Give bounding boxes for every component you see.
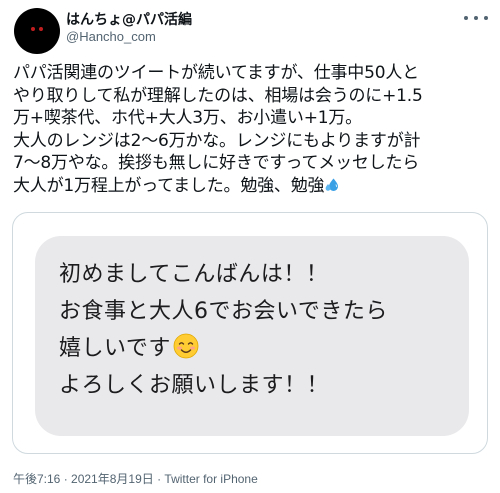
message-line: よろしくお願いします！！ bbox=[59, 373, 330, 398]
message-line: 初めましてこんばんは！！ bbox=[59, 262, 329, 287]
more-options-icon[interactable] bbox=[464, 10, 488, 26]
tweet-text-line: 大人のレンジは2〜6万かな。レンジにもよりますが計 bbox=[13, 130, 421, 151]
message-text: 初めましてこんばんは！！ お食事と大人6でお会いできたら 嬉しいです よろしくお… bbox=[59, 256, 388, 404]
tweet-text-line-last: 大人が1万程上がってました。勉強、勉強 bbox=[13, 175, 495, 198]
avatar[interactable] bbox=[14, 8, 60, 54]
tweet-text-line: やり取りして私が理解したのは、相場は会うのに+1.5 bbox=[13, 85, 423, 106]
tweet-text-line: パパ活関連のツイートが続いてますが、仕事中50人と bbox=[13, 63, 419, 83]
display-name[interactable]: はんちょ@パパ活編 bbox=[66, 9, 192, 29]
message-line-with-emoji: 嬉しいです bbox=[59, 330, 388, 367]
user-handle[interactable]: @Hancho_com bbox=[66, 29, 156, 44]
message-line: 嬉しいです bbox=[59, 336, 171, 361]
message-bubble: 初めましてこんばんは！！ お食事と大人6でお会いできたら 嬉しいです よろしくお… bbox=[35, 236, 469, 436]
smiling-face-icon bbox=[173, 333, 199, 359]
tweet-text: パパ活関連のツイートが続いてますが、仕事中50人と やり取りして私が理解したのは… bbox=[13, 62, 495, 197]
avatar-eye-icon bbox=[39, 27, 43, 31]
tweet-text-line: 万+喫茶代、ホ代+大人3万、お小遣い+1万。 bbox=[13, 108, 362, 128]
tweet-text-line: 7〜8万やな。挨拶も無しに好きですってメッセしたら bbox=[13, 153, 420, 173]
tweet-timestamp[interactable]: 午後7:16 · 2021年8月19日 · Twitter for iPhone bbox=[13, 470, 258, 487]
avatar-eye-icon bbox=[31, 27, 35, 31]
sweat-droplets-icon bbox=[325, 178, 339, 191]
attached-image[interactable]: 初めましてこんばんは！！ お食事と大人6でお会いできたら 嬉しいです よろしくお… bbox=[12, 212, 488, 454]
tweet-text-line: 大人が1万程上がってました。勉強、勉強 bbox=[13, 175, 325, 196]
message-line: お食事と大人6でお会いできたら bbox=[59, 299, 388, 324]
